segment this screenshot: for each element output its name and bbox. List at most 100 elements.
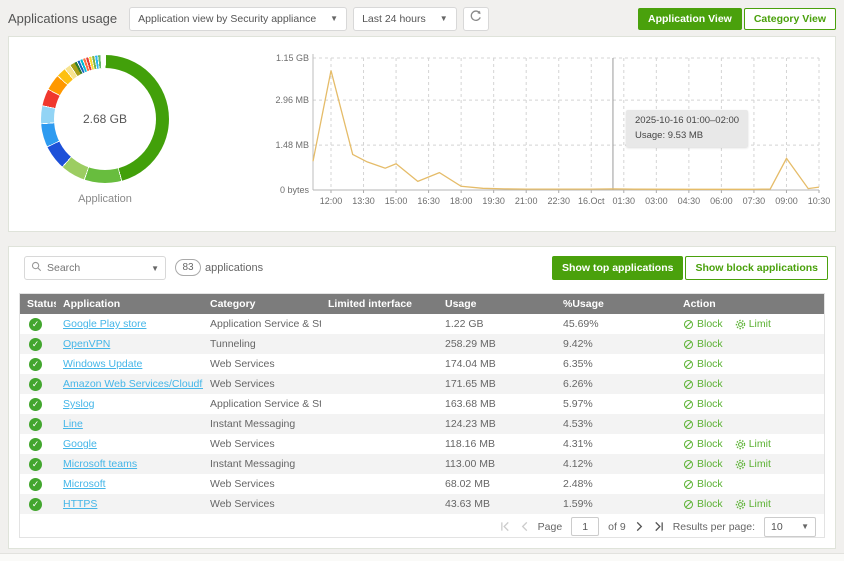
chevron-down-icon: ▼: [801, 522, 809, 531]
usage-line-chart[interactable]: 1.15 GB782.96 MB391.48 MB0 bytes12:0013:…: [275, 46, 835, 226]
limited-interface-cell: [321, 414, 438, 434]
results-per-page-label: Results per page:: [673, 521, 755, 533]
last-page-icon[interactable]: [653, 521, 664, 532]
application-view-button[interactable]: Application View: [638, 8, 742, 30]
limit-action[interactable]: Limit: [735, 458, 771, 470]
category-cell: Instant Messaging: [203, 454, 321, 474]
svg-text:13:30: 13:30: [352, 196, 375, 206]
usage-cell: 113.00 MB: [438, 454, 556, 474]
block-action[interactable]: Block: [683, 498, 723, 510]
first-page-icon[interactable]: [500, 521, 511, 532]
action-cell: Block: [676, 334, 824, 354]
app-link[interactable]: Google: [63, 438, 97, 450]
block-action[interactable]: Block: [683, 338, 723, 350]
status-allowed-icon: ✓: [29, 438, 42, 451]
block-action[interactable]: Block: [683, 458, 723, 470]
category-cell: Application Service & Store: [203, 394, 321, 414]
refresh-button[interactable]: [463, 7, 489, 31]
application-cell: Amazon Web Services/Cloudfront...: [56, 374, 203, 394]
app-link[interactable]: Syslog: [63, 398, 95, 410]
svg-text:21:00: 21:00: [515, 196, 538, 206]
category-view-button[interactable]: Category View: [744, 8, 836, 30]
svg-text:22:30: 22:30: [547, 196, 570, 206]
view-by-dropdown-value: Application view by Security appliance: [138, 13, 316, 25]
block-action[interactable]: Block: [683, 438, 723, 450]
limit-action[interactable]: Limit: [735, 438, 771, 450]
table-row: ✓HTTPSWeb Services43.63 MB1.59%BlockLimi…: [20, 494, 824, 514]
block-label: Block: [697, 358, 723, 370]
status-cell: ✓: [20, 334, 56, 354]
applications-count: 83 applications: [175, 259, 263, 276]
category-cell: Web Services: [203, 374, 321, 394]
next-page-icon[interactable]: [635, 521, 644, 532]
app-link[interactable]: HTTPS: [63, 498, 97, 510]
chevron-down-icon: ▼: [440, 14, 448, 23]
app-link[interactable]: Microsoft teams: [63, 458, 137, 470]
svg-text:12:00: 12:00: [320, 196, 343, 206]
app-link[interactable]: Amazon Web Services/Cloudfront...: [63, 378, 203, 390]
search-box[interactable]: ▼: [24, 256, 166, 280]
block-action[interactable]: Block: [683, 378, 723, 390]
application-cell: Line: [56, 414, 203, 434]
block-label: Block: [697, 318, 723, 330]
block-label: Block: [697, 378, 723, 390]
block-action[interactable]: Block: [683, 358, 723, 370]
previous-page-icon[interactable]: [520, 521, 529, 532]
block-action[interactable]: Block: [683, 418, 723, 430]
results-per-page-select[interactable]: 10 ▼: [764, 517, 816, 537]
status-allowed-icon: ✓: [29, 338, 42, 351]
app-link[interactable]: Line: [63, 418, 83, 430]
block-action[interactable]: Block: [683, 478, 723, 490]
results-per-page-value: 10: [771, 521, 783, 533]
application-cell: Google: [56, 434, 203, 454]
count-label: applications: [205, 262, 263, 274]
limited-interface-cell: [321, 374, 438, 394]
status-cell: ✓: [20, 414, 56, 434]
application-cell: Microsoft teams: [56, 454, 203, 474]
app-link[interactable]: Microsoft: [63, 478, 106, 490]
usage-cell: 43.63 MB: [438, 494, 556, 514]
block-action[interactable]: Block: [683, 318, 723, 330]
usage-cell: 1.22 GB: [438, 314, 556, 334]
application-cell: OpenVPN: [56, 334, 203, 354]
svg-text:16.Oct: 16.Oct: [578, 196, 605, 206]
limited-interface-cell: [321, 334, 438, 354]
action-cell: Block: [676, 474, 824, 494]
tooltip-usage: Usage: 9.53 MB: [635, 129, 739, 144]
status-allowed-icon: ✓: [29, 478, 42, 491]
usage-cell: 163.68 MB: [438, 394, 556, 414]
status-cell: ✓: [20, 394, 56, 414]
limited-interface-cell: [321, 474, 438, 494]
chevron-down-icon: ▼: [330, 14, 338, 23]
page-title: Applications usage: [8, 11, 117, 26]
application-donut-chart[interactable]: 2.68 GB: [41, 55, 169, 183]
table-row: ✓Microsoft teamsInstant Messaging113.00 …: [20, 454, 824, 474]
svg-text:07:30: 07:30: [743, 196, 766, 206]
svg-text:09:00: 09:00: [775, 196, 798, 206]
limit-action[interactable]: Limit: [735, 498, 771, 510]
block-action[interactable]: Block: [683, 398, 723, 410]
show-top-applications-button[interactable]: Show top applications: [552, 256, 683, 280]
svg-text:04:30: 04:30: [678, 196, 701, 206]
applications-table: StatusApplicationCategoryLimited interfa…: [20, 294, 824, 514]
action-cell: Block: [676, 354, 824, 374]
column-header--usage: %Usage: [556, 294, 676, 314]
table-header-row: StatusApplicationCategoryLimited interfa…: [20, 294, 824, 314]
column-header-action: Action: [676, 294, 824, 314]
next-section-edge: [0, 553, 844, 561]
pct-usage-cell: 6.26%: [556, 374, 676, 394]
chevron-down-icon[interactable]: ▼: [151, 264, 159, 273]
app-link[interactable]: Windows Update: [63, 358, 142, 370]
app-link[interactable]: Google Play store: [63, 318, 146, 330]
page-number-input[interactable]: [571, 517, 599, 536]
column-header-usage: Usage: [438, 294, 556, 314]
view-by-dropdown[interactable]: Application view by Security appliance ▼: [129, 7, 347, 31]
limit-action[interactable]: Limit: [735, 318, 771, 330]
app-link[interactable]: OpenVPN: [63, 338, 110, 350]
usage-charts-panel: 2.68 GB Application 1.15 GB782.96 MB391.…: [8, 36, 836, 232]
search-input[interactable]: [47, 262, 137, 274]
time-range-dropdown[interactable]: Last 24 hours ▼: [353, 7, 457, 31]
pct-usage-cell: 2.48%: [556, 474, 676, 494]
application-cell: Google Play store: [56, 314, 203, 334]
show-block-applications-button[interactable]: Show block applications: [685, 256, 828, 280]
